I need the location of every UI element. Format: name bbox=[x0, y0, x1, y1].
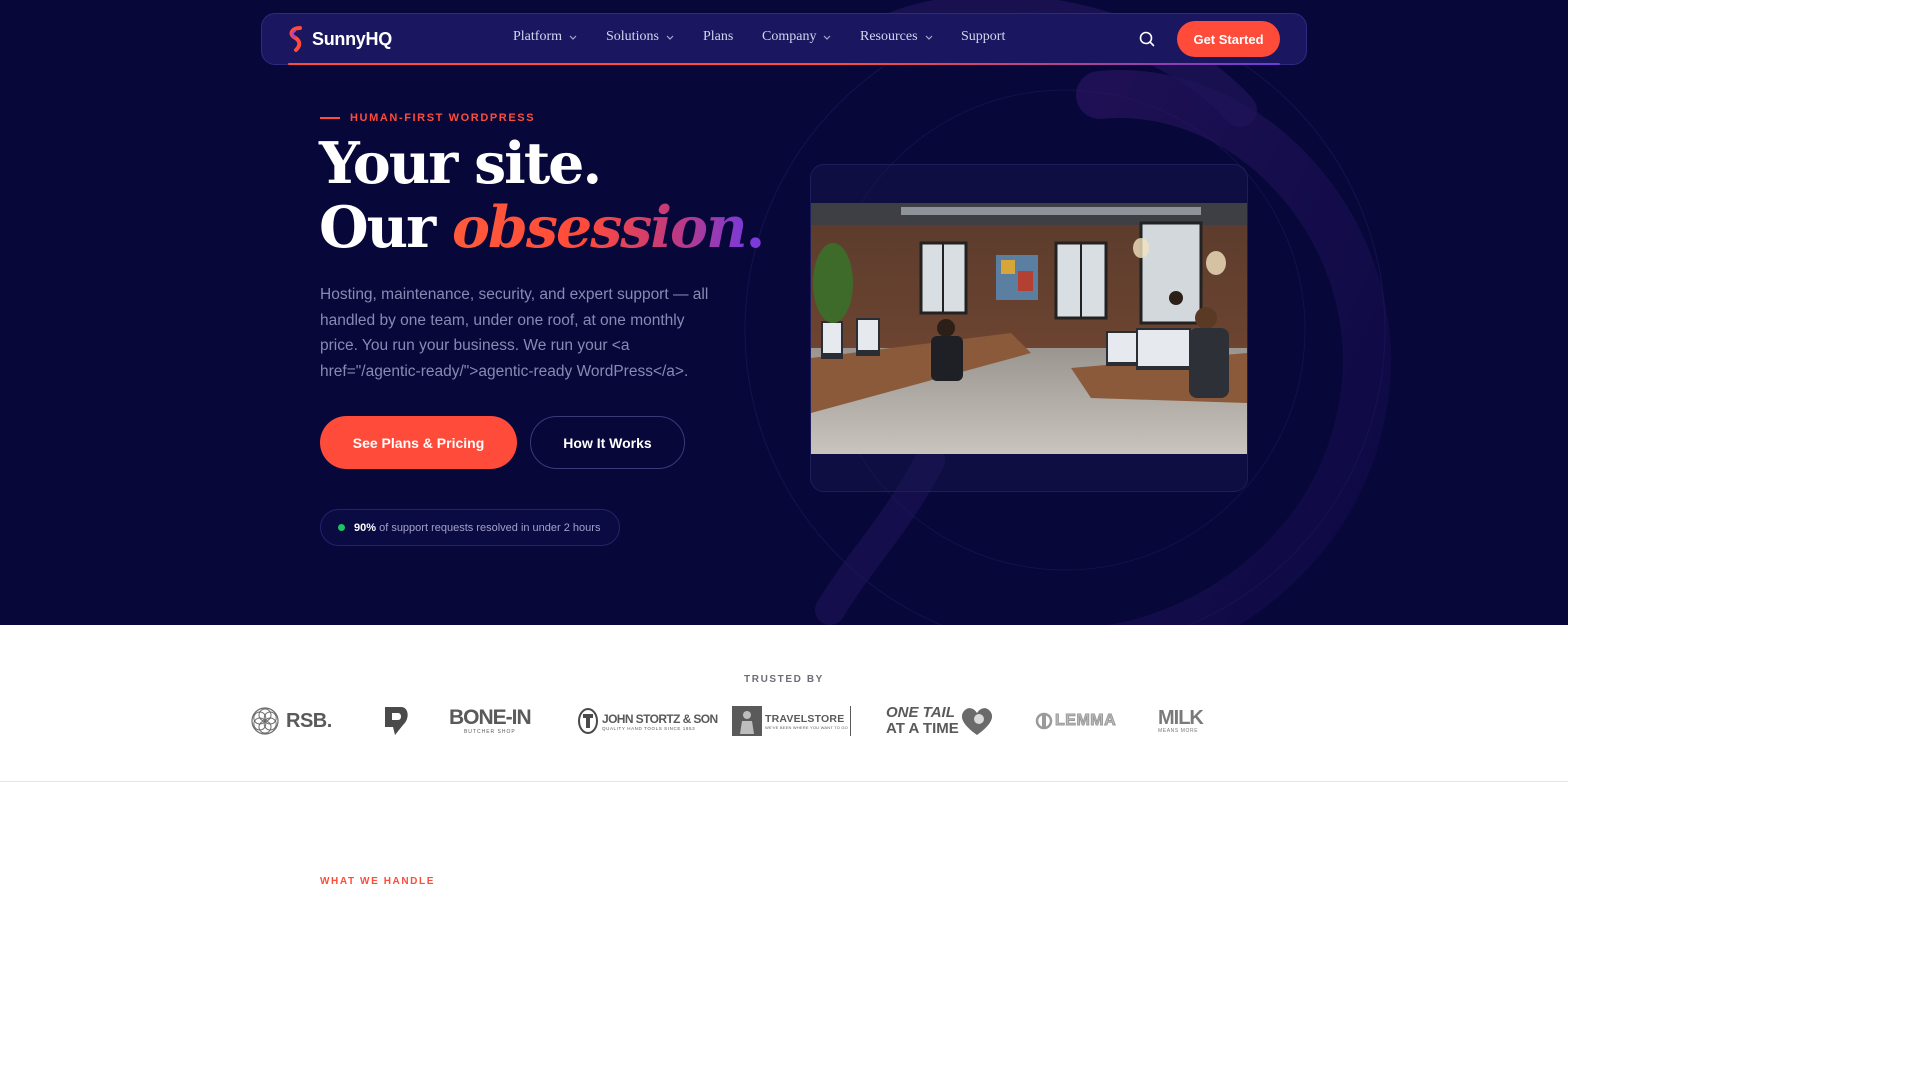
stat-description: of support requests resolved in under 2 … bbox=[376, 521, 601, 534]
how-it-works-button[interactable]: How It Works bbox=[530, 416, 685, 469]
logo-milk-sub: MEANS MORE bbox=[1158, 728, 1199, 734]
chevron-down-icon bbox=[824, 35, 831, 40]
nav-item-company[interactable]: Company bbox=[762, 29, 832, 45]
logo-travelstore-text: TRAVELSTORE WE'VE BEEN WHERE YOU WANT TO… bbox=[765, 706, 851, 736]
nav-underline bbox=[288, 63, 1280, 65]
status-dot-icon bbox=[338, 524, 345, 531]
logo-travelstore: TRAVELSTORE WE'VE BEEN WHERE YOU WANT TO… bbox=[732, 700, 851, 742]
logo-john-stortz-name: JOHN STORTZ & SON bbox=[602, 711, 718, 726]
search-icon[interactable] bbox=[1137, 29, 1157, 49]
nav-item-support[interactable]: Support bbox=[961, 29, 1005, 45]
logo-lemma: LEMMA bbox=[1035, 700, 1116, 742]
logo-one-tail: ONE TAIL AT A TIME bbox=[886, 700, 995, 742]
hero-headline: Your site. Our obsession. bbox=[319, 130, 766, 261]
logo-bone-in: BONE-IN BUTCHER SHOP bbox=[449, 700, 532, 742]
stat-text: 90% of support requests resolved in unde… bbox=[354, 522, 600, 534]
logo-rsb: RSB. bbox=[250, 700, 332, 742]
nav-item-label: Company bbox=[762, 29, 817, 44]
heart-dog-icon bbox=[961, 708, 992, 735]
hero-eyebrow: HUMAN-FIRST WORDPRESS bbox=[320, 112, 535, 124]
logo-bone-in-text: BONE-IN bbox=[449, 706, 532, 729]
logo-lemma-text: LEMMA bbox=[1054, 712, 1117, 730]
headline-line-1: Your site. bbox=[319, 130, 602, 197]
hammer-badge-icon bbox=[578, 708, 598, 734]
decorative-swirl bbox=[744, 0, 1391, 625]
support-stat-pill: 90% of support requests resolved in unde… bbox=[320, 509, 620, 546]
nav-item-label: Platform bbox=[513, 29, 562, 44]
chevron-down-icon bbox=[925, 35, 932, 40]
hero-lede: Hosting, maintenance, security, and expe… bbox=[320, 286, 709, 380]
headline-accent: obsession bbox=[451, 194, 748, 261]
trusted-by-label: TRUSTED BY bbox=[744, 674, 824, 685]
logo-travelstore-name: TRAVELSTORE bbox=[765, 712, 845, 725]
logo-one-tail-line1: ONE TAIL bbox=[886, 704, 955, 721]
nav-item-resources[interactable]: Resources bbox=[860, 29, 934, 45]
logo-milk-text: MILK bbox=[1158, 707, 1204, 729]
nav-item-platform[interactable]: Platform bbox=[513, 29, 578, 45]
get-started-button[interactable]: Get Started bbox=[1177, 21, 1280, 57]
traveler-icon bbox=[732, 706, 762, 736]
lemma-mark-icon bbox=[1035, 712, 1053, 730]
what-we-handle-eyebrow: WHAT WE HANDLE bbox=[320, 876, 435, 887]
logo-rsb-text: RSB. bbox=[286, 709, 332, 732]
logo-one-tail-text: ONE TAIL AT A TIME bbox=[886, 705, 959, 737]
logo-text: SunnyHQ bbox=[312, 28, 392, 49]
sunny-logo-icon bbox=[289, 26, 302, 52]
flower-of-life-icon bbox=[251, 707, 279, 735]
see-plans-pricing-button[interactable]: See Plans & Pricing bbox=[320, 416, 517, 469]
chevron-down-icon bbox=[569, 35, 577, 40]
logo-d-shield bbox=[383, 700, 411, 742]
logo-bone-in-sub: BUTCHER SHOP bbox=[463, 729, 516, 735]
site-logo[interactable]: SunnyHQ bbox=[286, 24, 392, 54]
hero-section: SunnyHQ Platform Solutions Plans Company… bbox=[0, 0, 1568, 625]
eyebrow-text: HUMAN-FIRST WORDPRESS bbox=[350, 112, 536, 124]
logo-travelstore-sub: WE'VE BEEN WHERE YOU WANT TO GO bbox=[765, 724, 848, 730]
nav-item-label: Support bbox=[961, 29, 1006, 44]
headline-line-2-prefix: Our bbox=[319, 194, 452, 261]
logo-one-tail-line2: AT A TIME bbox=[886, 720, 959, 737]
logo-john-stortz: JOHN STORTZ & SON QUALITY HAND TOOLS SIN… bbox=[578, 700, 718, 742]
nav-item-plans[interactable]: Plans bbox=[703, 29, 733, 45]
eyebrow-line bbox=[320, 117, 340, 119]
logo-milk: MILK MEANS MORE bbox=[1158, 700, 1204, 742]
logo-john-stortz-sub: QUALITY HAND TOOLS SINCE 1853 bbox=[602, 725, 696, 731]
chevron-down-icon bbox=[666, 35, 674, 40]
stat-value: 90% bbox=[354, 521, 377, 534]
d-shield-icon bbox=[385, 707, 408, 735]
nav-item-solutions[interactable]: Solutions bbox=[606, 29, 675, 45]
hero-image-card bbox=[810, 164, 1248, 492]
office-photo bbox=[811, 203, 1247, 454]
nav-item-label: Resources bbox=[860, 29, 918, 44]
logo-john-stortz-text: JOHN STORTZ & SON QUALITY HAND TOOLS SIN… bbox=[602, 712, 718, 731]
nav-item-label: Plans bbox=[703, 29, 734, 44]
nav-item-label: Solutions bbox=[606, 29, 659, 44]
headline-dot: . bbox=[745, 194, 766, 261]
